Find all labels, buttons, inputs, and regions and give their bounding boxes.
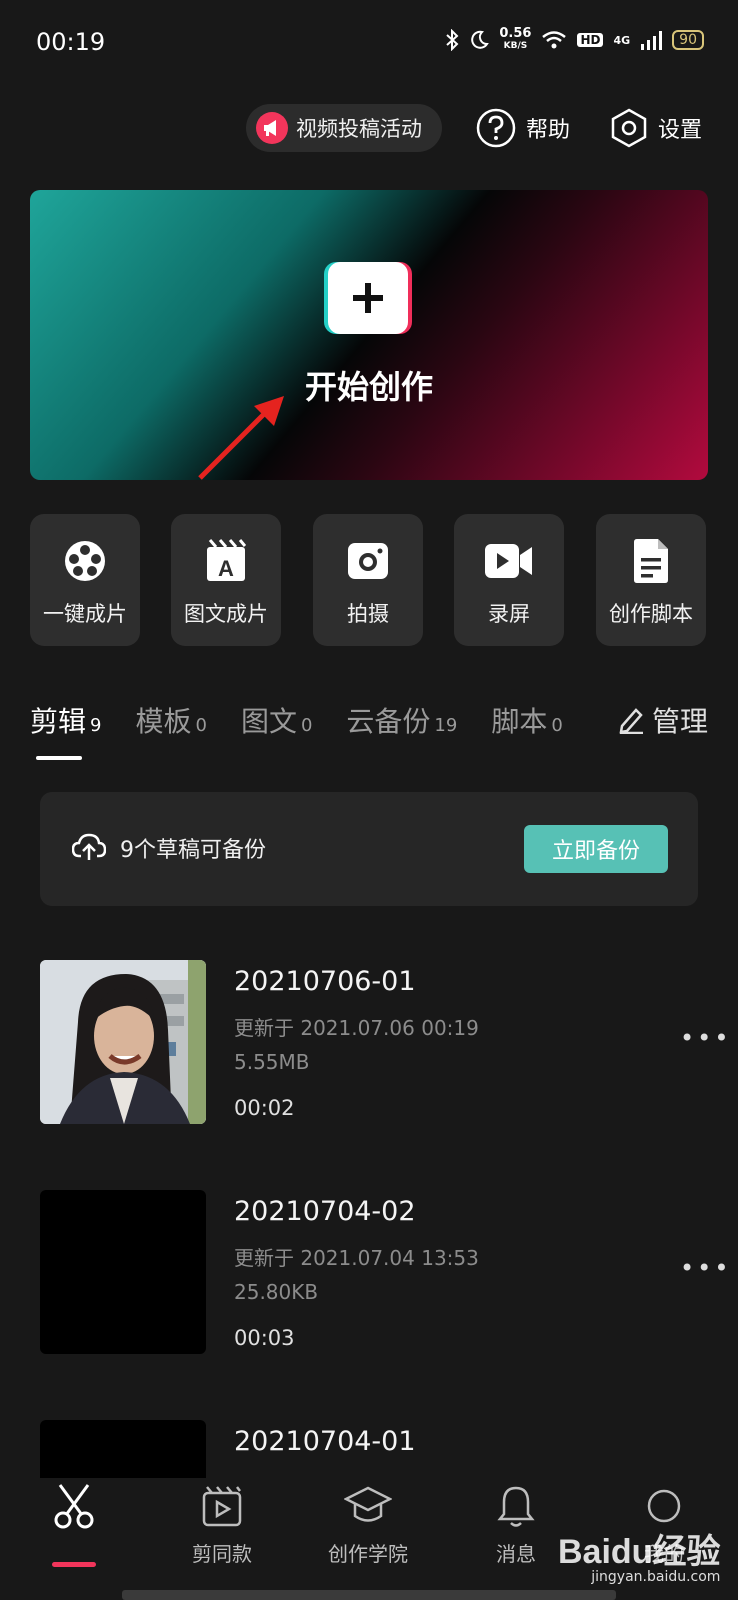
active-tab-indicator	[36, 756, 82, 760]
baidu-watermark: Baidu经验 jingyan.baidu.com	[558, 1533, 721, 1585]
scissors-icon	[54, 1484, 94, 1529]
net-speed: 0.56 KB/S	[499, 26, 532, 51]
signal-icon	[641, 31, 663, 50]
create-plus-button[interactable]	[328, 262, 408, 334]
draft-size: 5.55MB	[234, 1050, 310, 1074]
tab-image-text[interactable]: 图文 0	[241, 700, 312, 740]
camera-icon	[348, 543, 388, 579]
gear-icon	[611, 108, 647, 148]
tool-screen-record[interactable]: 录屏	[454, 514, 564, 646]
draft-duration: 00:03	[234, 1326, 295, 1350]
graduation-cap-icon	[344, 1486, 392, 1522]
more-options-icon[interactable]: •••	[680, 1024, 731, 1052]
megaphone-icon	[256, 112, 288, 144]
tool-label: 录屏	[488, 602, 530, 626]
draft-size: 25.80KB	[234, 1280, 319, 1304]
person-photo-thumbnail	[40, 960, 206, 1124]
question-icon	[476, 108, 516, 148]
text-clapper-icon: A	[207, 539, 246, 581]
wifi-icon	[542, 31, 567, 49]
tab-cloud-backup[interactable]: 云备份 19	[346, 700, 457, 740]
bluetooth-icon	[446, 29, 459, 51]
tool-label: 一键成片	[43, 602, 127, 626]
draft-tabs: 剪辑 9 模板 0 图文 0 云备份 19 脚本 0	[30, 700, 597, 740]
plus-icon	[353, 283, 383, 313]
draft-title[interactable]: 20210704-01	[234, 1426, 416, 1457]
active-nav-indicator	[52, 1562, 96, 1567]
cloud-upload-icon	[72, 833, 106, 860]
tool-label: 拍摄	[347, 602, 389, 626]
pencil-icon	[619, 708, 643, 734]
nav-template-clone[interactable]: 剪同款	[162, 1478, 282, 1567]
bell-icon	[497, 1486, 535, 1527]
draft-thumbnail[interactable]	[40, 960, 206, 1124]
tool-creation-script[interactable]: 创作脚本	[596, 514, 706, 646]
settings-label: 设置	[658, 118, 703, 143]
backup-card: 9个草稿可备份 立即备份	[40, 792, 698, 906]
video-submission-activity-button[interactable]: 视频投稿活动	[246, 104, 442, 152]
draft-updated: 更新于 2021.07.04 13:53	[234, 1246, 479, 1270]
draft-thumbnail[interactable]	[40, 1420, 206, 1478]
status-time: 00:19	[36, 28, 106, 56]
draft-title[interactable]: 20210704-02	[234, 1196, 416, 1227]
activity-label: 视频投稿活动	[296, 117, 422, 141]
nav-edit[interactable]	[14, 1478, 134, 1538]
nav-creator-academy[interactable]: 创作学院	[308, 1478, 428, 1567]
draft-duration: 00:02	[234, 1096, 295, 1120]
moon-icon	[471, 30, 490, 49]
red-arrow-annotation	[198, 396, 284, 480]
manage-label: 管理	[652, 705, 709, 738]
tool-shoot[interactable]: 拍摄	[313, 514, 423, 646]
screen-record-icon	[485, 544, 532, 578]
home-indicator	[122, 1590, 616, 1600]
start-creation-banner[interactable]: 开始创作	[30, 190, 708, 480]
help-button[interactable]: 帮助	[476, 108, 570, 148]
tab-templates[interactable]: 模板 0	[135, 700, 206, 740]
backup-hint: 9个草稿可备份	[120, 838, 266, 863]
settings-button[interactable]: 设置	[610, 108, 702, 148]
script-doc-icon	[634, 539, 668, 583]
backup-now-button[interactable]: 立即备份	[524, 825, 668, 873]
status-icons: 0.56 KB/S HD 4G 90	[445, 26, 704, 52]
draft-updated: 更新于 2021.07.06 00:19	[234, 1016, 479, 1040]
svg-text:A: A	[218, 556, 234, 581]
tool-label: 创作脚本	[609, 602, 693, 626]
start-creation-label: 开始创作	[304, 368, 433, 406]
profile-icon	[647, 1489, 681, 1523]
draft-title[interactable]: 20210706-01	[234, 966, 416, 997]
tool-one-click-video[interactable]: 一键成片	[30, 514, 140, 646]
nav-label: 剪同款	[192, 1542, 252, 1566]
tab-edit[interactable]: 剪辑 9	[30, 700, 101, 740]
tool-image-text-video[interactable]: A 图文成片	[171, 514, 281, 646]
draft-thumbnail[interactable]	[40, 1190, 206, 1354]
help-label: 帮助	[526, 118, 571, 143]
nav-label: 创作学院	[328, 1542, 408, 1566]
clapper-icon	[202, 1486, 242, 1527]
hd-badge: HD	[577, 33, 604, 47]
film-reel-icon	[65, 541, 105, 581]
battery-level: 90	[672, 30, 704, 50]
tab-scripts[interactable]: 脚本 0	[491, 700, 562, 740]
tool-label: 图文成片	[184, 602, 268, 626]
more-options-icon[interactable]: •••	[680, 1254, 731, 1282]
network-type: 4G	[613, 33, 631, 47]
manage-button[interactable]: 管理	[618, 700, 708, 740]
nav-label: 消息	[496, 1542, 536, 1566]
